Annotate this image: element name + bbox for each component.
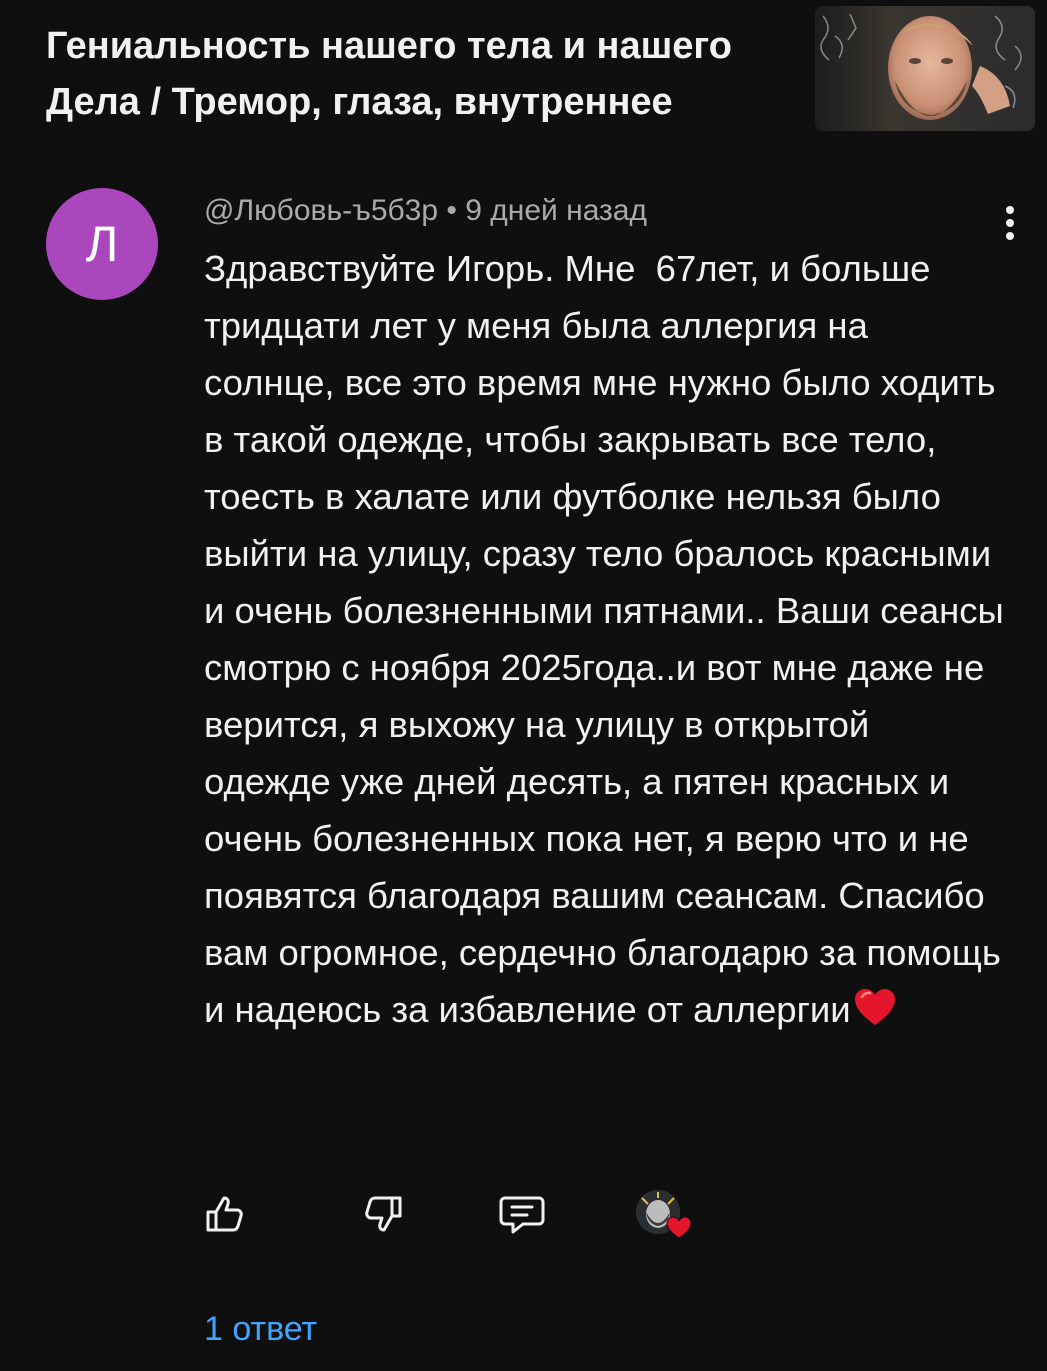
comment-actions [0, 1186, 1047, 1246]
comment-body: Здравствуйте Игорь. Мне 67лет, и больше … [204, 240, 1004, 1043]
reply-icon [499, 1196, 545, 1234]
thumbnail-image [815, 6, 1035, 131]
comment-meta: @Любовь-ъ5б3р • 9 дней назад [204, 194, 647, 228]
author-handle[interactable]: @Любовь-ъ5б3р [204, 194, 438, 227]
video-title[interactable]: Гениальность нашего тела и нашего Дела /… [46, 18, 806, 130]
video-thumbnail[interactable] [815, 6, 1035, 131]
mini-heart-icon [666, 1216, 692, 1239]
comment-time: 9 дней назад [465, 194, 647, 227]
heart-emoji-icon [853, 986, 897, 1043]
dislike-button[interactable] [356, 1186, 412, 1242]
meta-separator: • [446, 194, 457, 227]
header: Гениальность нашего тела и нашего Дела /… [0, 0, 1047, 150]
reply-button[interactable] [494, 1186, 550, 1242]
creator-heart-icon [636, 1190, 696, 1246]
thumbs-down-icon [365, 1196, 402, 1232]
replies-link[interactable]: 1 ответ [204, 1310, 317, 1349]
comment-text: Здравствуйте Игорь. Мне 67лет, и больше … [204, 248, 1014, 1030]
avatar-letter: Л [85, 216, 119, 272]
thumbs-up-icon [206, 1196, 243, 1232]
like-button[interactable] [196, 1186, 252, 1242]
author-avatar[interactable]: Л [46, 188, 158, 300]
